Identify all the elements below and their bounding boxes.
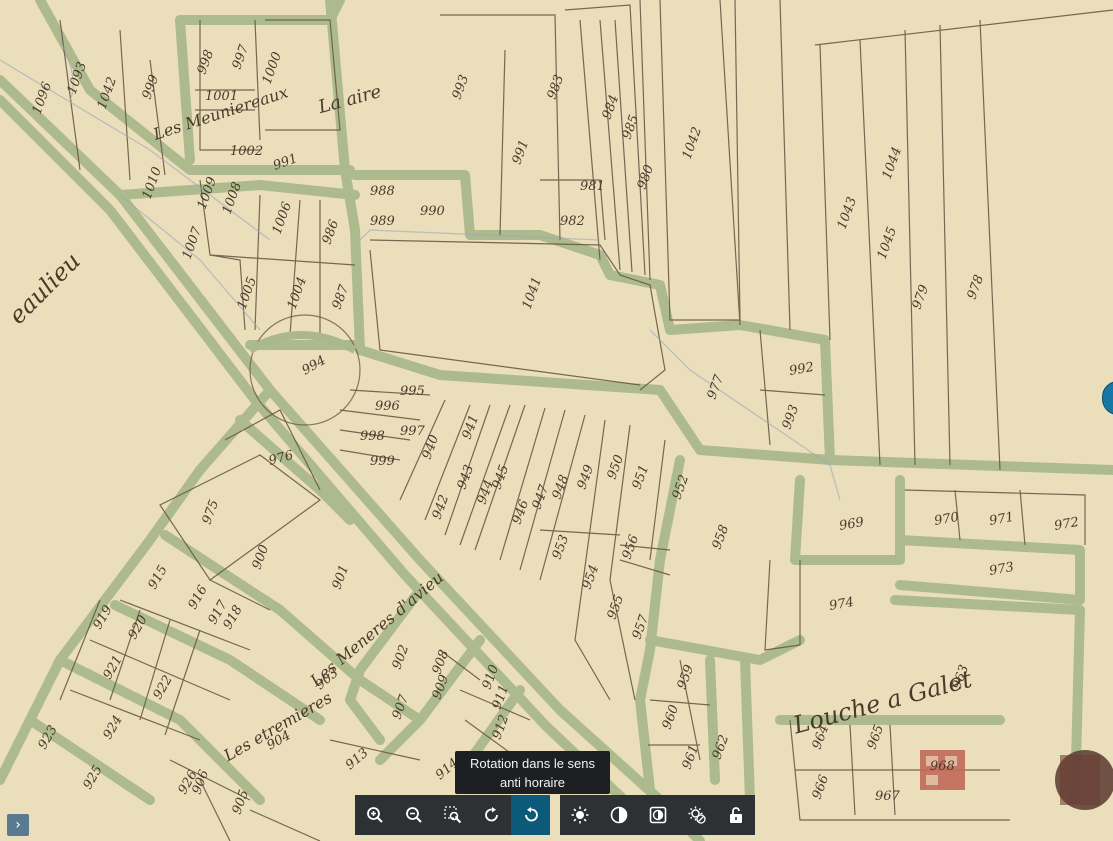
zoom-region-icon xyxy=(443,806,461,824)
plot-number: 981 xyxy=(580,179,605,194)
rotate-counterclockwise-button[interactable] xyxy=(511,795,550,835)
rotate-clockwise-button[interactable] xyxy=(472,795,511,835)
tooltip: Rotation dans le sens anti horaire xyxy=(455,751,610,794)
zoom-in-button[interactable] xyxy=(355,795,394,835)
plot-number: 999 xyxy=(370,454,395,469)
plot-number: 988 xyxy=(370,184,395,199)
toolbar-gap xyxy=(550,795,560,835)
plot-number: 996 xyxy=(375,399,400,414)
reset-filters-button[interactable] xyxy=(677,795,716,835)
plot-number: 989 xyxy=(370,214,395,229)
contrast-icon xyxy=(610,806,627,824)
zoom-in-icon xyxy=(366,807,383,823)
chevron-right-icon: › xyxy=(15,817,21,833)
viewer-toolbar xyxy=(355,795,755,835)
zoom-out-button[interactable] xyxy=(394,795,433,835)
contrast-button[interactable] xyxy=(599,795,638,835)
unlock-button[interactable] xyxy=(716,795,755,835)
side-panel-toggle-button[interactable]: › xyxy=(7,814,29,836)
plot-number: 1001 xyxy=(205,89,238,104)
plot-number: 995 xyxy=(400,384,425,399)
invert-button[interactable] xyxy=(638,795,677,835)
reset-filters-icon xyxy=(688,806,706,824)
plot-number: 990 xyxy=(420,204,445,219)
rotate-clockwise-icon xyxy=(484,807,498,822)
brightness-button[interactable] xyxy=(560,795,599,835)
plot-number: 967 xyxy=(875,789,901,804)
navigation-tools xyxy=(355,795,550,835)
brightness-icon xyxy=(571,806,588,824)
plot-number: 1002 xyxy=(230,144,263,159)
plot-number: 998 xyxy=(360,429,385,444)
unlock-icon xyxy=(729,807,742,823)
cadastral-map[interactable]: eaulieu Les Meuniereaux La aire Les Mene… xyxy=(0,0,1113,841)
plot-number: 968 xyxy=(930,759,955,774)
plot-number: 982 xyxy=(560,214,585,229)
zoom-out-icon xyxy=(405,807,422,823)
zoom-region-button[interactable] xyxy=(433,795,472,835)
tooltip-line-2: anti horaire xyxy=(499,775,566,790)
plot-number: 997 xyxy=(400,424,426,439)
tooltip-line-1: Rotation dans le sens xyxy=(469,756,596,771)
image-filter-tools xyxy=(560,795,755,835)
invert-icon xyxy=(649,806,666,824)
rotate-counterclockwise-icon xyxy=(524,807,538,822)
